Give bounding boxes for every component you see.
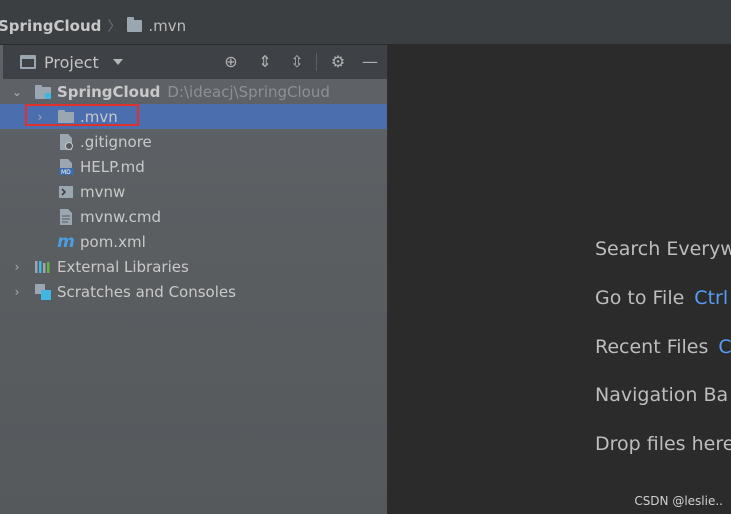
hint-navigation-bar: Navigation Ba — [595, 384, 728, 406]
hint-drop-files: Drop files here — [595, 433, 731, 455]
tree-item-gitignore[interactable]: .gitignore — [0, 129, 387, 154]
tree-item-label: mvnw.cmd — [80, 207, 162, 226]
tree-item-label: pom.xml — [80, 232, 146, 251]
tree-item-scratches[interactable]: › Scratches and Consoles — [0, 279, 387, 304]
hint-shortcut: Ct — [718, 336, 731, 358]
header-divider — [316, 53, 317, 71]
tree-root-springcloud[interactable]: ⌄ SpringCloud D:\ideacj\SpringCloud — [0, 79, 387, 104]
watermark: CSDN @leslie.. — [634, 494, 723, 508]
module-folder-icon — [34, 83, 52, 101]
tree-item-external-libraries[interactable]: › External Libraries — [0, 254, 387, 279]
tree-item-label: mvnw — [80, 182, 126, 201]
svg-text:MD: MD — [61, 169, 71, 176]
chevron-down-icon[interactable]: ⌄ — [11, 85, 23, 99]
gitignore-file-icon — [57, 133, 75, 151]
scratches-icon — [34, 283, 52, 301]
chevron-down-icon[interactable] — [112, 59, 123, 65]
breadcrumb-folder[interactable]: .mvn — [148, 17, 186, 35]
project-view-icon — [20, 55, 36, 69]
locate-icon[interactable]: ⊕ — [222, 53, 240, 71]
hint-label: Drop files here — [595, 433, 731, 455]
chevron-right-icon[interactable]: › — [11, 285, 23, 299]
breadcrumb-project[interactable]: SpringCloud — [0, 17, 101, 35]
breadcrumb: SpringCloud 〉 .mvn — [0, 8, 731, 45]
root-project-name: SpringCloud — [57, 82, 161, 101]
shell-script-icon — [57, 183, 75, 201]
tree-item-help-md[interactable]: MD HELP.md — [0, 154, 387, 179]
hint-label: Navigation Ba — [595, 384, 729, 406]
tree-item-pom-xml[interactable]: m pom.xml — [0, 229, 387, 254]
tree-item-mvnw-cmd[interactable]: mvnw.cmd — [0, 204, 387, 229]
hint-search-everywhere: Search Everyw — [595, 238, 731, 260]
project-panel-header: Project ⊕ ⇕ ⇳ ⚙ — — [3, 45, 387, 79]
maven-icon: m — [57, 231, 75, 252]
hint-label: Search Everyw — [595, 238, 731, 260]
hint-recent-files: Recent Files Ct — [595, 336, 731, 358]
tree-item-label: External Libraries — [57, 257, 189, 276]
tree-item-label: Scratches and Consoles — [57, 282, 236, 301]
title-bar — [0, 0, 731, 8]
minimize-icon[interactable]: — — [361, 53, 379, 71]
hint-label: Go to File — [595, 287, 685, 309]
hint-go-to-file: Go to File Ctrl — [595, 287, 728, 309]
markdown-file-icon: MD — [57, 158, 75, 176]
collapse-all-icon[interactable]: ⇳ — [288, 53, 306, 71]
expand-all-icon[interactable]: ⇕ — [256, 53, 274, 71]
annotation-highlight — [25, 104, 139, 126]
root-project-path: D:\ideacj\SpringCloud — [167, 82, 330, 101]
chevron-right-icon[interactable]: › — [11, 260, 23, 274]
folder-icon — [127, 17, 143, 32]
breadcrumb-separator-icon: 〉 — [107, 19, 122, 35]
tree-item-label: HELP.md — [80, 157, 145, 176]
tree-item-label: .gitignore — [80, 132, 152, 151]
libraries-icon — [34, 258, 52, 276]
panel-title[interactable]: Project — [44, 53, 99, 72]
hint-shortcut: Ctrl — [694, 287, 729, 309]
text-file-icon — [57, 208, 75, 226]
tree-item-mvnw[interactable]: mvnw — [0, 179, 387, 204]
gear-icon[interactable]: ⚙ — [329, 53, 347, 71]
hint-label: Recent Files — [595, 336, 709, 358]
